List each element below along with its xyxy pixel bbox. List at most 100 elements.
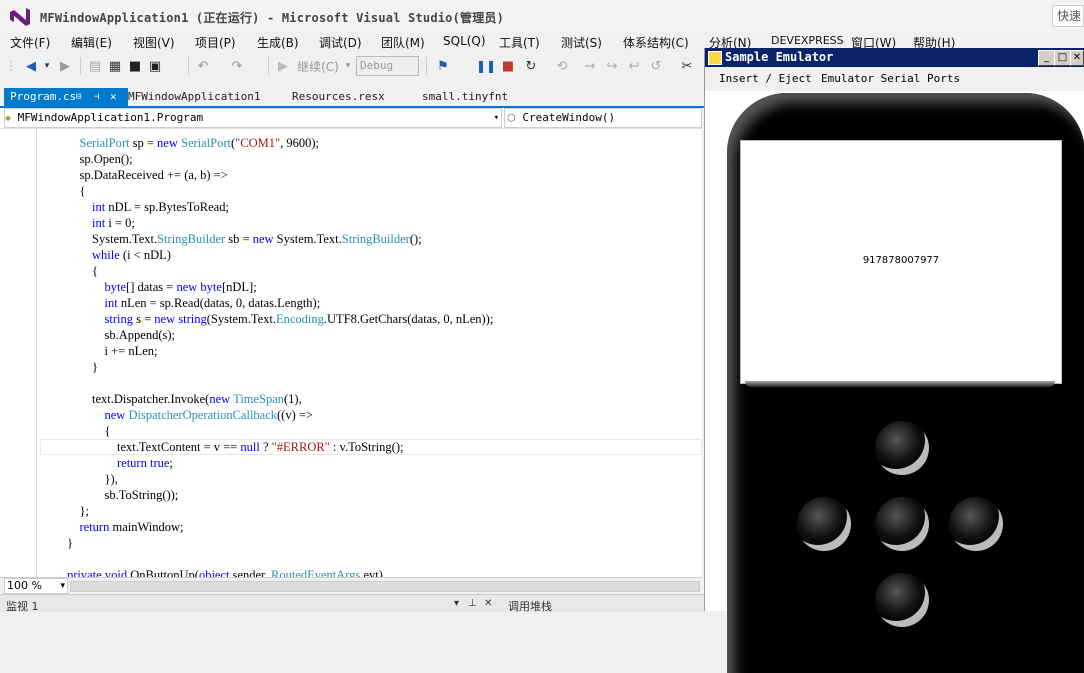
- quick-launch-input[interactable]: 快速: [1052, 5, 1084, 27]
- device-button-select[interactable]: [875, 497, 929, 551]
- code-line[interactable]: {: [42, 263, 98, 279]
- menu-test[interactable]: 测试(S): [561, 34, 602, 51]
- code-line[interactable]: int nDL = sp.BytesToRead;: [42, 199, 229, 215]
- solution-config-select[interactable]: Debug: [356, 56, 419, 76]
- device-screen[interactable]: 917878007977: [740, 140, 1062, 384]
- menu-team[interactable]: 团队(M): [381, 34, 425, 51]
- close-icon[interactable]: ✕: [1070, 50, 1084, 66]
- step-out-icon[interactable]: ↩: [626, 56, 642, 76]
- stop-debugging-icon[interactable]: ■: [500, 56, 516, 76]
- pin-tab-icon[interactable]: ⊣: [94, 88, 99, 106]
- emulator-title-bar[interactable]: Sample Emulator _ □ ✕: [705, 48, 1084, 67]
- continue-button[interactable]: 继续(C): [293, 56, 343, 76]
- code-line[interactable]: byte[] datas = new byte[nDL];: [42, 279, 257, 295]
- title-bar: MFWindowApplication1 (正在运行) - Microsoft …: [0, 0, 1084, 32]
- device-button-right[interactable]: [949, 497, 1003, 551]
- menu-view[interactable]: 视图(V): [133, 34, 175, 51]
- horizontal-scrollbar[interactable]: [70, 581, 700, 592]
- toolbar-separator: [426, 57, 427, 75]
- continue-dropdown-icon[interactable]: ▾: [343, 56, 353, 76]
- code-line[interactable]: }: [42, 359, 98, 375]
- code-line[interactable]: SerialPort sp = new SerialPort("COM1", 9…: [42, 135, 320, 151]
- panel-dropdown-icon[interactable]: ▾: [454, 598, 459, 609]
- redo-icon[interactable]: ↷: [228, 56, 246, 76]
- code-line[interactable]: return mainWindow;: [42, 519, 184, 535]
- menu-architecture[interactable]: 体系结构(C): [623, 34, 689, 51]
- code-editor[interactable]: SerialPort sp = new SerialPort("COM1", 9…: [0, 129, 702, 577]
- step-over-icon[interactable]: ↪: [604, 56, 620, 76]
- code-line[interactable]: new DispatcherOperationCallback((v) =>: [42, 407, 313, 423]
- undo-icon[interactable]: ↶: [194, 56, 212, 76]
- code-line[interactable]: sp.Open();: [42, 151, 133, 167]
- menu-tools[interactable]: 工具(T): [499, 34, 540, 51]
- code-line[interactable]: while (i < nDL): [42, 247, 171, 263]
- step-back-icon[interactable]: ↺: [648, 56, 664, 76]
- device-button-down[interactable]: [875, 573, 929, 627]
- close-icon[interactable]: ✕: [484, 598, 492, 609]
- code-line[interactable]: };: [42, 503, 89, 519]
- minimize-icon[interactable]: _: [1038, 50, 1055, 66]
- save-icon[interactable]: ■: [126, 56, 144, 76]
- maximize-icon[interactable]: □: [1054, 50, 1071, 66]
- close-icon[interactable]: ✕: [110, 88, 117, 106]
- emulator-title: Sample Emulator: [725, 50, 834, 64]
- back-icon[interactable]: ◀: [22, 56, 40, 76]
- member-select[interactable]: ⬡ CreateWindow(): [504, 108, 702, 128]
- forward-icon[interactable]: ▶: [56, 56, 74, 76]
- code-line[interactable]: int nLen = sp.Read(datas, 0, datas.Lengt…: [42, 295, 321, 311]
- class-select-value: MFWindowApplication1.Program: [17, 111, 204, 124]
- emulator-app-icon: [708, 51, 722, 65]
- menu-project[interactable]: 项目(P): [195, 34, 236, 51]
- save-all-icon[interactable]: ▣: [146, 56, 164, 76]
- menu-emulator-serial-ports[interactable]: Emulator Serial Ports: [821, 72, 960, 85]
- code-line[interactable]: text.TextContent = v == null ? "#ERROR" …: [42, 439, 403, 455]
- menu-sql[interactable]: SQL(Q): [443, 34, 486, 48]
- watch-panel-title[interactable]: 监视 1: [6, 598, 39, 614]
- code-line[interactable]: {: [42, 423, 111, 439]
- new-project-icon[interactable]: ▤: [86, 56, 104, 76]
- menu-build[interactable]: 生成(B): [257, 34, 299, 51]
- pin-icon[interactable]: ⊟: [76, 88, 81, 106]
- restart-icon[interactable]: ↻: [522, 56, 540, 76]
- code-line[interactable]: sb.ToString());: [42, 487, 179, 503]
- step-into-icon[interactable]: →: [582, 56, 598, 76]
- code-line[interactable]: {: [42, 183, 86, 199]
- call-stack-panel-title[interactable]: 调用堆栈: [508, 598, 552, 614]
- tab-resources-resx[interactable]: Resources.resx: [292, 88, 385, 106]
- code-line[interactable]: int i = 0;: [42, 215, 135, 231]
- code-line[interactable]: sb.Append(s);: [42, 327, 175, 343]
- code-line[interactable]: sp.DataReceived += (a, b) =>: [42, 167, 228, 183]
- continue-icon[interactable]: ▶: [276, 56, 290, 76]
- toolbar-separator: [188, 57, 189, 75]
- device-button-up[interactable]: [875, 421, 929, 475]
- menu-edit[interactable]: 编辑(E): [71, 34, 112, 51]
- indicator-margin[interactable]: [0, 129, 30, 577]
- back-dropdown-icon[interactable]: ▾: [42, 56, 52, 76]
- zoom-select[interactable]: 100 % ▾: [4, 578, 68, 594]
- code-line[interactable]: System.Text.StringBuilder sb = new Syste…: [42, 231, 422, 247]
- code-line[interactable]: }: [42, 535, 73, 551]
- code-line[interactable]: }),: [42, 471, 118, 487]
- code-line[interactable]: text.Dispatcher.Invoke(new TimeSpan(1),: [42, 391, 302, 407]
- code-line[interactable]: i += nLen;: [42, 343, 158, 359]
- code-line[interactable]: private void OnButtonUp(object sender, R…: [42, 567, 383, 577]
- class-select[interactable]: ◆ MFWindowApplication1.Program ▾: [4, 108, 502, 128]
- code-line[interactable]: string s = new string(System.Text.Encodi…: [42, 311, 494, 327]
- code-line[interactable]: return true;: [42, 455, 173, 471]
- menu-file[interactable]: 文件(F): [10, 34, 50, 51]
- device-button-left[interactable]: [797, 497, 851, 551]
- pin-icon[interactable]: ⊥: [468, 598, 477, 609]
- tab-small-tinyfnt[interactable]: small.tinyfnt: [422, 88, 508, 106]
- menu-devexpress[interactable]: DEVEXPRESS: [771, 34, 844, 47]
- hex-display-icon[interactable]: ✂: [678, 56, 696, 76]
- open-file-icon[interactable]: ▦: [106, 56, 124, 76]
- attach-icon[interactable]: ⚑: [434, 56, 452, 76]
- menu-insert-eject[interactable]: Insert / Eject: [719, 72, 812, 85]
- window-title: MFWindowApplication1 (正在运行) - Microsoft …: [40, 11, 505, 25]
- tab-mfwindowapplication1[interactable]: MFWindowApplication1: [128, 88, 260, 106]
- screen-bezel: [745, 381, 1055, 387]
- tab-program-cs[interactable]: Program.cs ⊟ ⊣ ✕: [4, 88, 128, 106]
- break-all-icon[interactable]: ❚❚: [476, 56, 496, 76]
- show-next-statement-icon[interactable]: ⟲: [554, 56, 570, 76]
- menu-debug[interactable]: 调试(D): [319, 34, 362, 51]
